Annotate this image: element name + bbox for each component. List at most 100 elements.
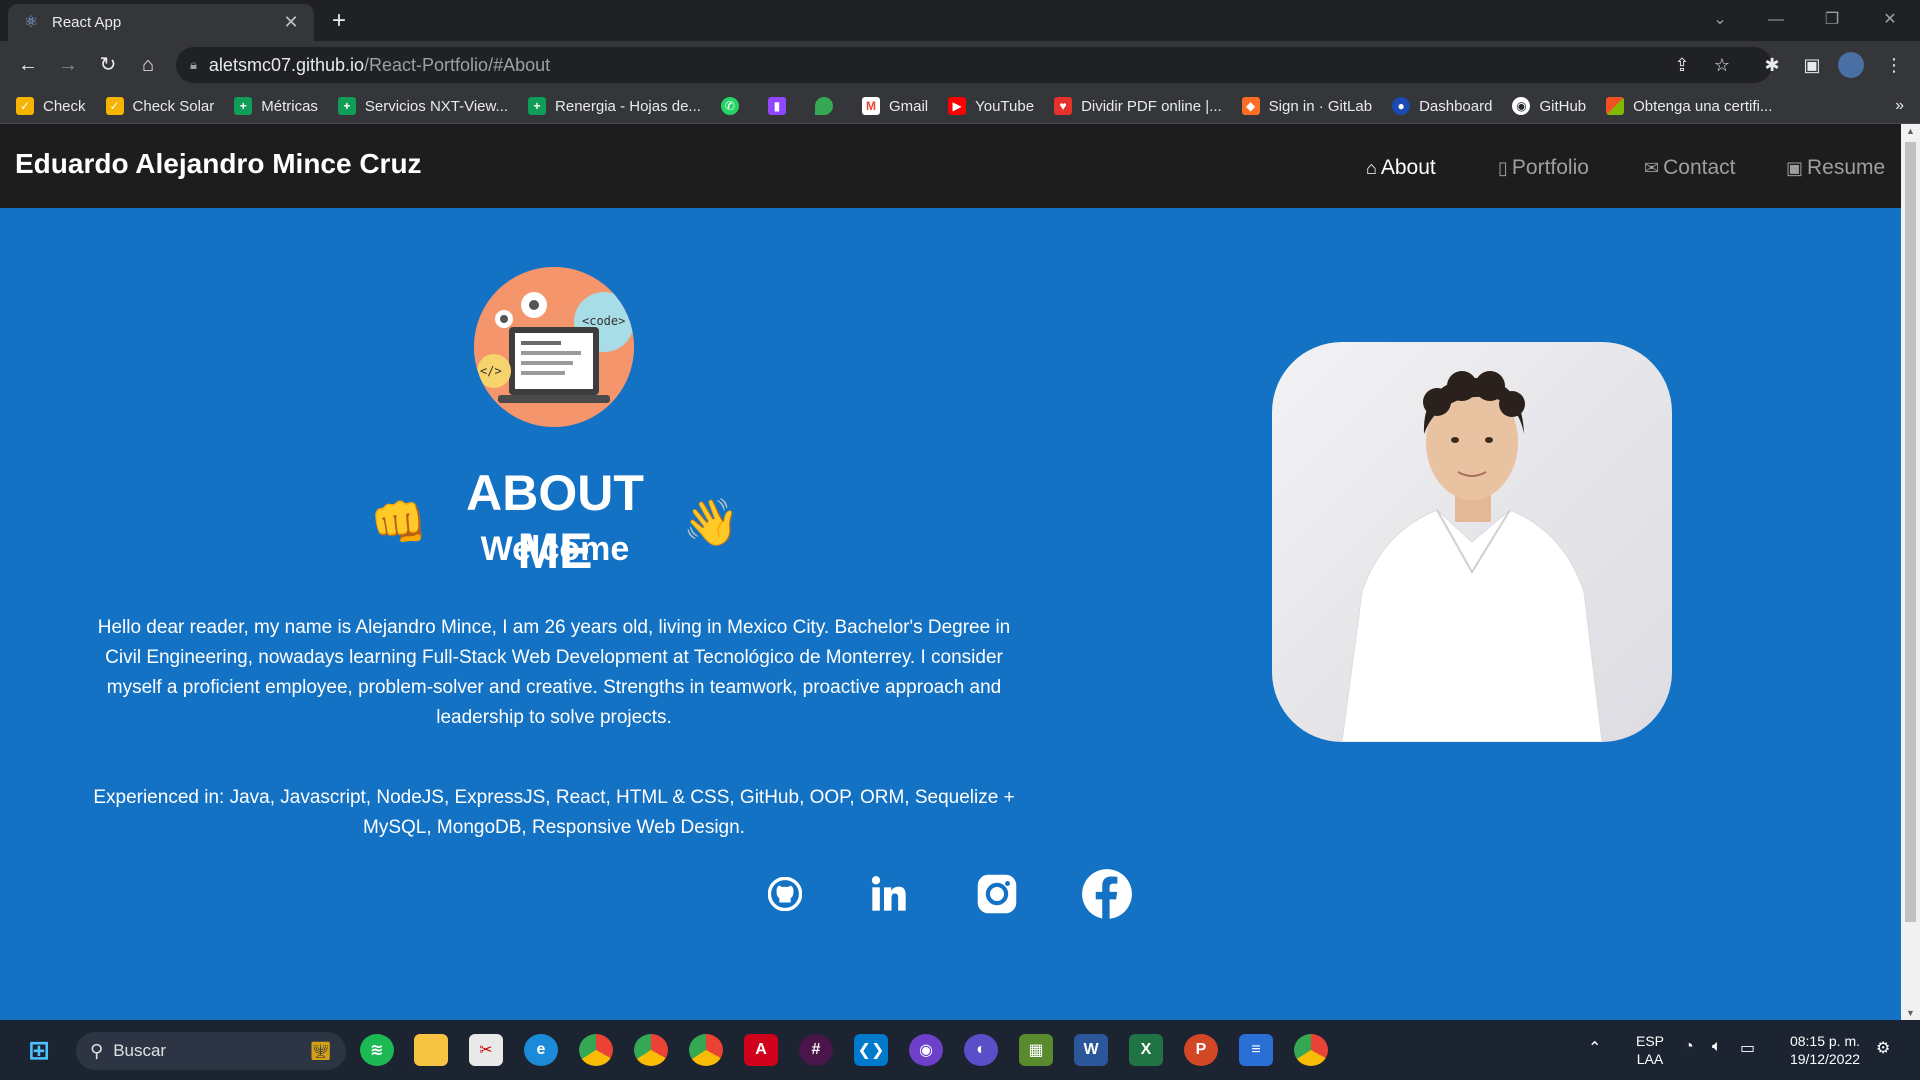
chrome-icon[interactable] xyxy=(579,1034,613,1066)
bookmark-twitch[interactable]: ▮ xyxy=(767,97,795,115)
nav-about[interactable]: ⌂ About xyxy=(1366,156,1436,180)
menu-kebab-icon[interactable]: ⋮ xyxy=(1880,51,1908,79)
battery-icon[interactable]: ▭ xyxy=(1740,1038,1755,1058)
taskbar-search[interactable]: ⚲ Buscar 🕎︎ xyxy=(76,1032,346,1070)
file-explorer-icon[interactable] xyxy=(414,1034,448,1066)
twitch-icon: ▮ xyxy=(767,97,786,115)
eclipse-icon[interactable]: ◐ xyxy=(964,1034,998,1066)
wifi-icon[interactable]: ◔ xyxy=(1684,1038,1694,1056)
home-icon[interactable]: ⌂ xyxy=(134,51,162,79)
extensions-icon[interactable]: ✱ xyxy=(1758,51,1786,79)
new-tab-button[interactable]: + xyxy=(325,7,353,35)
close-tab-icon[interactable]: ✕ xyxy=(282,12,300,33)
instagram-icon[interactable] xyxy=(971,868,1023,920)
tab-title: React App xyxy=(52,14,122,31)
browser-tab[interactable]: ⚛ React App ✕ xyxy=(8,4,314,41)
show-hidden-icons-chevron-icon[interactable]: ⌃ xyxy=(1588,1038,1601,1058)
bookmark-maps[interactable] xyxy=(814,97,842,115)
react-icon: ⚛ xyxy=(23,13,39,31)
browser-tab-bar: ⚛ React App ✕ + ⌄ — ❐ ✕ xyxy=(0,0,1920,41)
chrome-active-icon[interactable] xyxy=(1294,1034,1328,1066)
side-panel-icon[interactable]: ▣ xyxy=(1798,51,1826,79)
bookmark-item[interactable]: + Métricas xyxy=(234,97,318,115)
pdf-heart-icon: ♥ xyxy=(1054,97,1073,115)
reload-icon[interactable]: ↻ xyxy=(94,51,122,79)
skills-paragraph: Experienced in: Java, Javascript, NodeJS… xyxy=(93,787,1015,838)
welcome-subtitle: Welcome xyxy=(480,530,630,568)
restore-button[interactable]: ❐ xyxy=(1812,6,1852,34)
url-host: aletsmc07.github.io xyxy=(208,54,365,75)
notifications-icon[interactable]: ⚙︎ xyxy=(1876,1038,1890,1058)
gmail-icon: M xyxy=(861,97,880,115)
language-indicator[interactable]: ESP LAA xyxy=(1630,1032,1670,1068)
bookmark-whatsapp[interactable]: ✆ xyxy=(720,97,748,115)
scroll-up-arrow-icon[interactable]: ▲ xyxy=(1906,126,1915,136)
bookmarks-bar: ✓ Check ✓ Check Solar + Métricas + Servicios… xyxy=(0,89,1920,124)
tab-search-icon[interactable]: ⌄ xyxy=(1700,6,1740,34)
site-brand[interactable]: Eduardo Alejandro Mince Cruz xyxy=(15,148,422,180)
maps-pin-icon xyxy=(814,97,833,115)
bookmark-item[interactable]: M Gmail xyxy=(861,97,928,115)
bookmark-item[interactable]: ✓ Check xyxy=(16,97,86,115)
lock-icon[interactable]: 🔒︎ xyxy=(190,57,197,73)
volume-icon[interactable]: 🔈︎ xyxy=(1712,1038,1722,1056)
slack-icon[interactable]: # xyxy=(799,1034,833,1066)
house-icon: ⌂ xyxy=(1366,157,1377,178)
github-icon: ◉ xyxy=(1512,97,1531,115)
code-tag-text: </> xyxy=(480,364,502,378)
bookmark-item[interactable]: ● Dashboard xyxy=(1392,97,1492,115)
facebook-icon[interactable] xyxy=(1081,868,1133,920)
check-icon: ✓ xyxy=(16,97,34,115)
windows-start-icon[interactable]: ⊞ xyxy=(22,1034,56,1066)
github-desktop-icon[interactable]: ◉ xyxy=(909,1034,943,1066)
bookmark-item[interactable]: ◆ Sign in · GitLab xyxy=(1241,97,1372,115)
vscode-icon[interactable]: ❮❯ xyxy=(854,1034,888,1066)
forward-icon[interactable]: → xyxy=(54,51,82,79)
sheets-icon: + xyxy=(528,97,547,115)
id-badge-icon: ▣ xyxy=(1786,157,1804,178)
bookmark-star-icon[interactable]: ☆ xyxy=(1708,51,1736,79)
sheets-icon: + xyxy=(234,97,253,115)
back-icon[interactable]: ← xyxy=(14,51,42,79)
linkedin-icon[interactable] xyxy=(863,868,915,920)
bookmark-item[interactable]: + Renergia - Hojas de... xyxy=(528,97,701,115)
address-bar[interactable]: 🔒︎ aletsmc07.github.io/React-Portfolio/#… xyxy=(176,47,1772,83)
minecraft-icon[interactable]: ▦ xyxy=(1019,1034,1053,1066)
bookmark-item[interactable]: ✓ Check Solar xyxy=(105,97,214,115)
excel-icon[interactable]: X xyxy=(1129,1034,1163,1066)
scrollbar-thumb[interactable] xyxy=(1905,142,1916,922)
url-path: /React-Portfolio/#About xyxy=(364,54,551,75)
spotify-icon[interactable]: ≋ xyxy=(360,1034,394,1066)
chrome-profile-2-icon[interactable] xyxy=(689,1034,723,1066)
file-icon: ▯ xyxy=(1498,157,1508,178)
github-icon[interactable] xyxy=(759,868,811,920)
social-links xyxy=(0,868,1901,928)
acrobat-icon[interactable]: A xyxy=(744,1034,778,1066)
minimize-button[interactable]: — xyxy=(1756,6,1796,34)
share-icon[interactable]: ⇪ xyxy=(1668,51,1696,79)
browser-toolbar: ← → ↻ ⌂ 🔒︎ aletsmc07.github.io/React-Por… xyxy=(0,41,1920,89)
nav-contact[interactable]: ✉ Contact xyxy=(1644,156,1735,180)
nav-resume[interactable]: ▣ Resume xyxy=(1786,156,1885,180)
scroll-down-arrow-icon[interactable]: ▼ xyxy=(1906,1008,1915,1018)
snipping-tool-icon[interactable]: ✂ xyxy=(469,1034,503,1066)
check-icon: ✓ xyxy=(105,97,124,115)
powerpoint-icon[interactable]: P xyxy=(1184,1034,1218,1066)
bookmark-item[interactable]: ♥ Dividir PDF online |... xyxy=(1054,97,1222,115)
bookmark-item[interactable]: ◉ GitHub xyxy=(1512,97,1586,115)
page-scrollbar[interactable]: ▲ ▼ xyxy=(1901,124,1920,1020)
word-icon[interactable]: W xyxy=(1074,1034,1108,1066)
bookmark-item[interactable]: Obtenga una certifi... xyxy=(1606,97,1772,115)
notepad-icon[interactable]: ≡ xyxy=(1239,1034,1273,1066)
nav-portfolio[interactable]: ▯ Portfolio xyxy=(1498,156,1589,180)
close-window-button[interactable]: ✕ xyxy=(1870,6,1910,34)
bookmark-item[interactable]: + Servicios NXT-View... xyxy=(337,97,508,115)
whatsapp-icon: ✆ xyxy=(720,97,739,115)
system-clock[interactable]: 08:15 p. m. 19/12/2022 xyxy=(1770,1032,1880,1068)
chrome-profile-icon[interactable] xyxy=(634,1034,668,1066)
more-bookmarks-icon[interactable]: » xyxy=(1895,97,1904,115)
edge-icon[interactable]: e xyxy=(524,1034,558,1066)
bookmark-item[interactable]: ▶ YouTube xyxy=(948,97,1034,115)
search-icon: ⚲ xyxy=(90,1040,104,1061)
profile-avatar[interactable] xyxy=(1838,52,1864,78)
